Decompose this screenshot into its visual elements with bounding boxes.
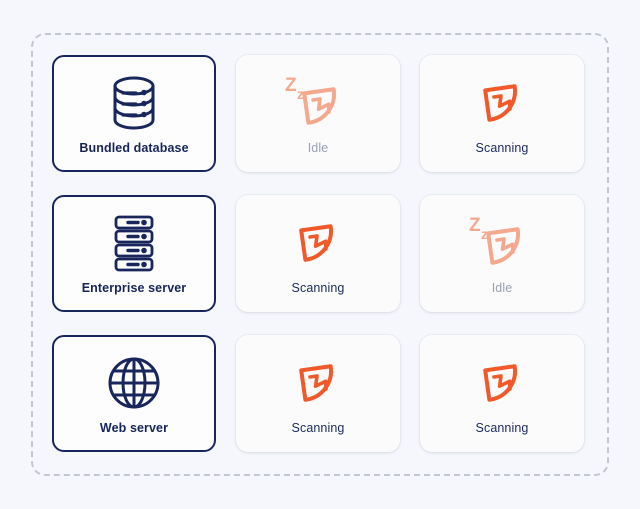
scan-status-board: Bundled database Z z Idle Scanning Enter…: [31, 33, 609, 476]
status-card-idle[interactable]: Z z Idle: [236, 55, 400, 172]
svg-text:z: z: [297, 86, 304, 102]
status-card-scanning[interactable]: Scanning: [236, 195, 400, 312]
status-card-scanning[interactable]: Scanning: [420, 55, 584, 172]
status-label: Idle: [491, 281, 513, 296]
asset-label: Enterprise server: [81, 281, 187, 296]
status-label: Scanning: [475, 141, 529, 156]
radar-scan-icon: [236, 352, 400, 414]
radar-sleep-icon: Z z: [236, 72, 400, 134]
server-rack-icon: [54, 212, 214, 274]
status-card-scanning[interactable]: Scanning: [236, 335, 400, 452]
asset-card-web-server[interactable]: Web server: [52, 335, 216, 452]
radar-scan-icon: [236, 212, 400, 274]
status-label: Idle: [307, 141, 329, 156]
radar-sleep-icon: Z z: [420, 212, 584, 274]
svg-text:Z: Z: [285, 75, 297, 96]
status-label: Scanning: [475, 421, 529, 436]
svg-text:Z: Z: [469, 215, 481, 236]
status-label: Scanning: [291, 281, 345, 296]
status-card-scanning[interactable]: Scanning: [420, 335, 584, 452]
globe-icon: [54, 352, 214, 414]
status-card-idle[interactable]: Z z Idle: [420, 195, 584, 312]
radar-scan-icon: [420, 352, 584, 414]
status-label: Scanning: [291, 421, 345, 436]
asset-label: Bundled database: [79, 141, 189, 156]
status-grid: Bundled database Z z Idle Scanning Enter…: [52, 55, 592, 458]
asset-card-enterprise-server[interactable]: Enterprise server: [52, 195, 216, 312]
asset-label: Web server: [99, 421, 169, 436]
database-icon: [54, 72, 214, 134]
radar-scan-icon: [420, 72, 584, 134]
asset-card-bundled-database[interactable]: Bundled database: [52, 55, 216, 172]
svg-text:z: z: [481, 226, 488, 242]
